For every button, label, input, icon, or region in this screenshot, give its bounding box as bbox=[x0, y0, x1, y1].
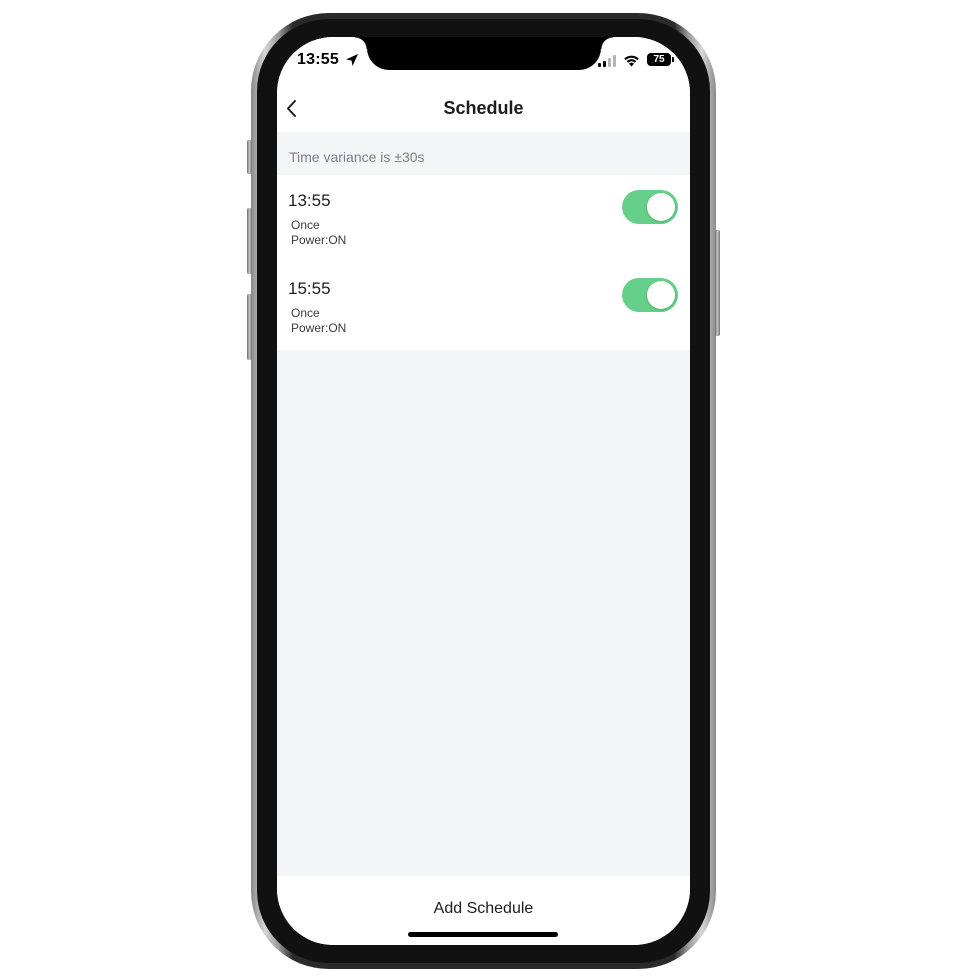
mute-switch bbox=[247, 140, 252, 174]
bottom-bar: Add Schedule bbox=[277, 876, 690, 945]
volume-up-button bbox=[247, 208, 252, 274]
volume-down-button bbox=[247, 294, 252, 360]
location-arrow-icon bbox=[346, 54, 358, 66]
stage: 13:55 75 Schedule Time variance is ±30s … bbox=[0, 0, 980, 980]
add-schedule-button[interactable]: Add Schedule bbox=[277, 900, 690, 918]
toggle-knob bbox=[647, 281, 675, 309]
schedule-item[interactable]: 15:55 Once Power:ON bbox=[277, 263, 690, 351]
status-time: 13:55 bbox=[297, 51, 339, 68]
schedule-toggle[interactable] bbox=[622, 278, 678, 312]
wifi-icon bbox=[624, 55, 639, 67]
schedule-toggle[interactable] bbox=[622, 190, 678, 224]
page-title: Schedule bbox=[443, 98, 524, 118]
toggle-knob bbox=[647, 193, 675, 221]
schedule-repeat: Once bbox=[291, 218, 320, 232]
schedule-list: 13:55 Once Power:ON 15:55 Once Power:ON bbox=[277, 175, 690, 350]
schedule-time: 13:55 bbox=[288, 191, 331, 210]
schedule-time: 15:55 bbox=[288, 279, 331, 298]
home-indicator[interactable] bbox=[408, 932, 558, 937]
time-variance-note: Time variance is ±30s bbox=[289, 149, 425, 165]
schedule-action: Power:ON bbox=[291, 321, 347, 335]
schedule-repeat: Once bbox=[291, 306, 320, 320]
nav-bar: Schedule bbox=[277, 87, 690, 132]
app-screen: 13:55 75 Schedule Time variance is ±30s … bbox=[277, 37, 690, 945]
schedule-item[interactable]: 13:55 Once Power:ON bbox=[277, 175, 690, 263]
schedule-action: Power:ON bbox=[291, 233, 347, 247]
camera-notch bbox=[355, 37, 613, 70]
power-button bbox=[715, 230, 720, 336]
cellular-signal-icon bbox=[598, 55, 618, 67]
battery-icon: 75 bbox=[647, 53, 674, 66]
